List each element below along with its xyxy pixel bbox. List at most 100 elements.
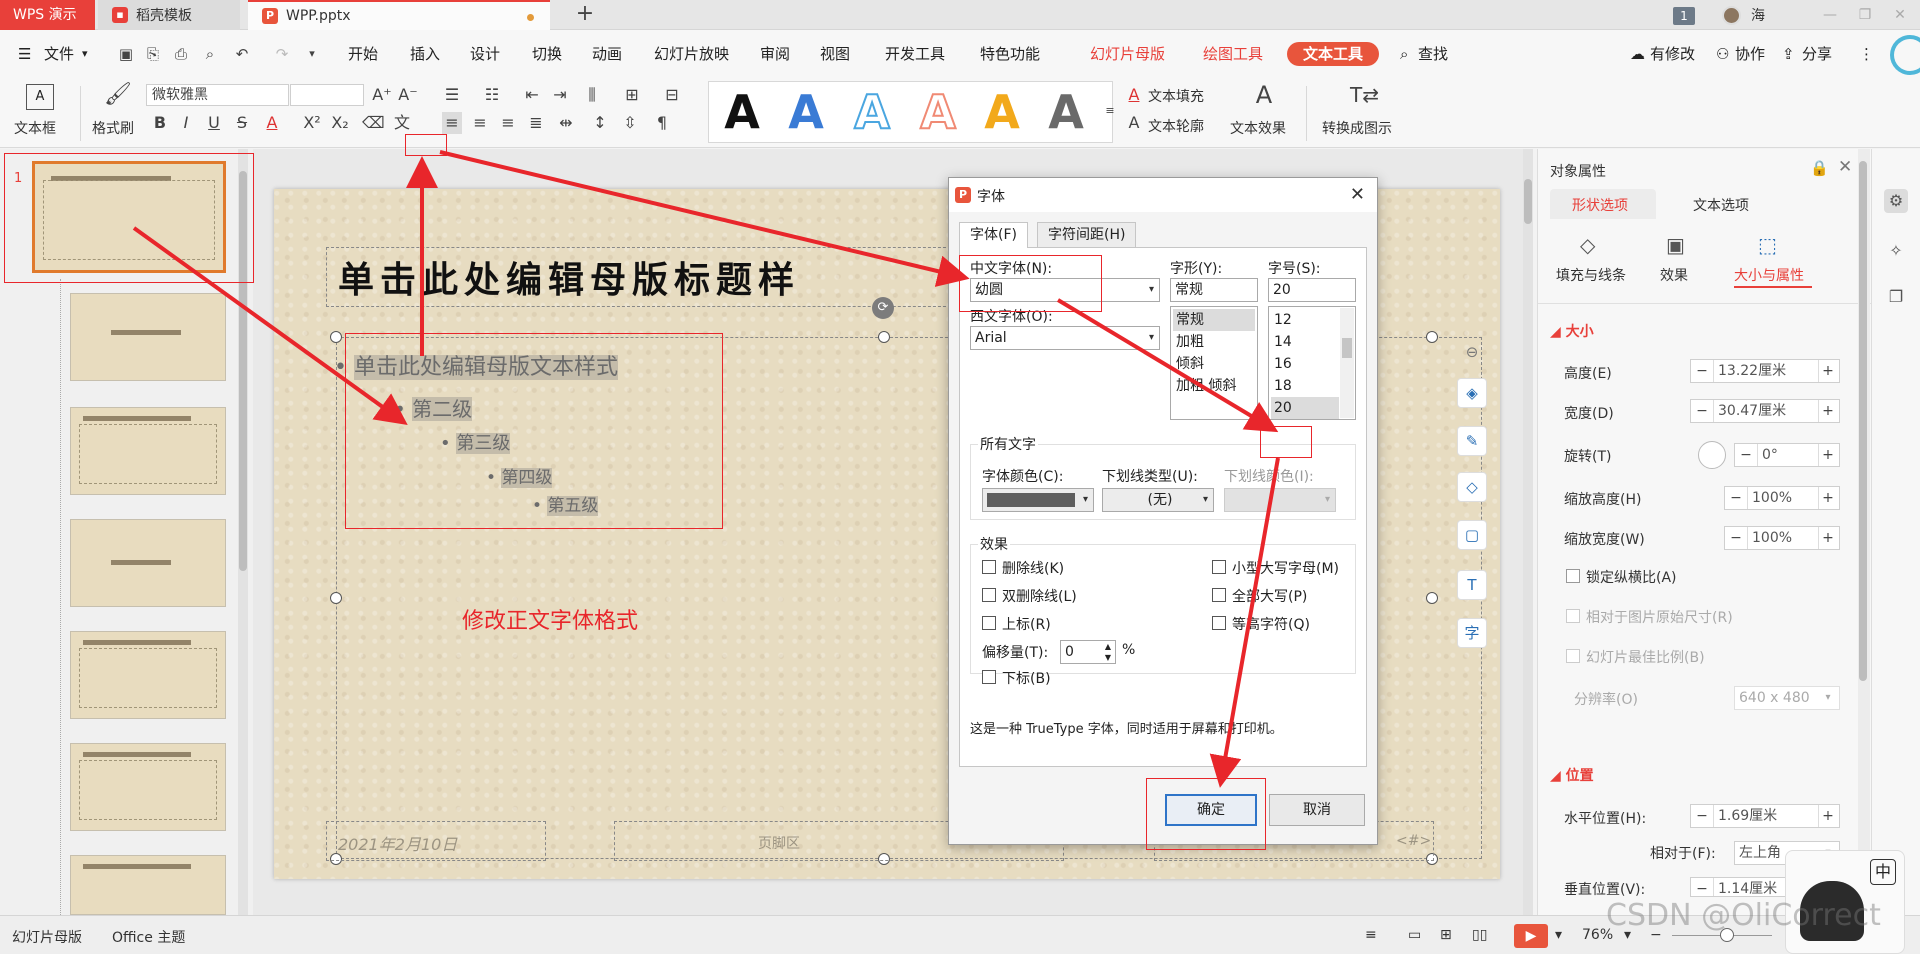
minus-icon[interactable]: −: [1725, 527, 1747, 549]
text-style-2[interactable]: A: [780, 86, 832, 138]
height-value[interactable]: 13.22厘米: [1713, 360, 1819, 382]
bold-icon[interactable]: B: [150, 112, 170, 134]
normal-view-icon[interactable]: ▭: [1408, 927, 1421, 943]
menu-insert[interactable]: 插入: [410, 42, 440, 66]
increase-indent-icon[interactable]: ⇥: [550, 84, 570, 106]
menu-start[interactable]: 开始: [348, 42, 378, 66]
best-ratio-label[interactable]: 幻灯片最佳比例(B): [1586, 647, 1705, 667]
avatar[interactable]: [1722, 6, 1741, 25]
menu-animation[interactable]: 动画: [592, 42, 622, 66]
textbox-icon[interactable]: A: [26, 84, 54, 110]
layout-thumbnail[interactable]: [70, 293, 226, 381]
scale-height-input[interactable]: −100% +: [1724, 486, 1840, 510]
convert-diagram-button[interactable]: 转换成图示: [1322, 118, 1392, 138]
text-style-6[interactable]: A: [1040, 86, 1092, 138]
panel-title[interactable]: 对象属性: [1550, 161, 1606, 181]
subscript-icon[interactable]: X₂: [330, 112, 350, 134]
text-effect-button[interactable]: 文本效果: [1230, 118, 1286, 138]
h-pos-value[interactable]: 1.69厘米: [1713, 805, 1819, 827]
chevron-down-icon[interactable]: ▾: [82, 42, 88, 66]
notes-icon[interactable]: ≡: [1365, 927, 1377, 943]
plus-icon[interactable]: +: [1817, 487, 1839, 509]
size-option[interactable]: 12: [1271, 309, 1339, 331]
layout-thumbnail[interactable]: [70, 631, 226, 719]
menu-text-tools[interactable]: 文本工具: [1287, 42, 1380, 66]
menu-review[interactable]: 审阅: [760, 42, 790, 66]
menu-drawing-tools[interactable]: 绘图工具: [1203, 42, 1263, 66]
text-fill-icon[interactable]: A: [1124, 84, 1144, 106]
superscript-checkbox[interactable]: [982, 616, 996, 630]
superscript-icon[interactable]: X²: [302, 112, 322, 134]
slide-gallery-icon[interactable]: ❐: [1884, 285, 1908, 309]
close-window-icon[interactable]: ✕: [1885, 2, 1915, 28]
size-option[interactable]: 18: [1271, 375, 1339, 397]
style-field[interactable]: 常规: [1170, 278, 1258, 302]
user-name[interactable]: 海: [1751, 5, 1765, 25]
collab-icon[interactable]: ⚇: [1716, 42, 1729, 66]
size-field[interactable]: 20: [1268, 278, 1356, 302]
tab-shape-options[interactable]: 形状选项: [1550, 189, 1656, 219]
collapse-icon[interactable]: ⊖: [1457, 338, 1487, 368]
format-painter-label[interactable]: 格式刷: [92, 118, 134, 138]
style-option[interactable]: 倾斜: [1173, 353, 1255, 375]
align-left-icon[interactable]: ≡: [442, 112, 462, 134]
maximize-icon[interactable]: ❐: [1850, 2, 1880, 28]
size-option[interactable]: 16: [1271, 353, 1339, 375]
underline-icon[interactable]: U: [204, 112, 224, 134]
size-section[interactable]: ◢ 大小: [1550, 321, 1594, 341]
resize-handle[interactable]: [1426, 592, 1438, 604]
props-scrollbar[interactable]: [1858, 149, 1870, 915]
effect-icon[interactable]: ▣: [1666, 233, 1685, 257]
size-list-scrollbar[interactable]: [1340, 308, 1354, 418]
cancel-button[interactable]: 取消: [1269, 794, 1365, 826]
h-pos-input[interactable]: −1.69厘米 +: [1690, 804, 1840, 828]
layout-thumbnail[interactable]: [70, 743, 226, 831]
resize-handle[interactable]: [1426, 331, 1438, 343]
undo-icon[interactable]: ↶: [232, 44, 252, 64]
canvas-scrollbar[interactable]: [1523, 149, 1533, 915]
lock-ratio-checkbox[interactable]: [1566, 569, 1580, 583]
size-option[interactable]: 14: [1271, 331, 1339, 353]
style-list[interactable]: 常规 加粗 倾斜 加粗 倾斜: [1170, 306, 1258, 420]
offset-input[interactable]: 0 ▲ ▼: [1060, 640, 1116, 664]
subtab-effect[interactable]: 效果: [1660, 265, 1688, 285]
reading-view-icon[interactable]: ▯▯: [1472, 927, 1487, 943]
customize-qa-icon[interactable]: ▾: [302, 44, 322, 64]
align-center-icon[interactable]: ≡: [470, 112, 490, 134]
rotation-dial[interactable]: [1698, 441, 1726, 469]
menu-transition[interactable]: 切换: [532, 42, 562, 66]
rotate-value[interactable]: 0°: [1757, 444, 1819, 466]
font-color-icon[interactable]: A: [262, 112, 282, 134]
underline-type-select[interactable]: (无) ▾: [1102, 488, 1214, 512]
menu-features[interactable]: 特色功能: [980, 42, 1040, 66]
char-spacing-icon[interactable]: 字: [1457, 618, 1487, 648]
tab-text-options[interactable]: 文本选项: [1693, 195, 1749, 215]
underline-color-select[interactable]: ▾: [1224, 488, 1336, 512]
plus-icon[interactable]: +: [1817, 400, 1839, 422]
menu-design[interactable]: 设计: [470, 42, 500, 66]
minus-icon[interactable]: −: [1691, 805, 1713, 827]
print-preview-icon[interactable]: ⌕: [200, 44, 220, 64]
west-font-field[interactable]: Arial ▾: [970, 326, 1160, 350]
play-options-icon[interactable]: ▾: [1555, 927, 1562, 943]
gallery-expand-icon[interactable]: ≡: [1100, 100, 1120, 122]
app-tag[interactable]: WPS 演示: [0, 0, 95, 30]
columns-icon[interactable]: ⫼: [582, 84, 602, 106]
wps-ai-icon[interactable]: [1890, 35, 1920, 75]
align-text-icon[interactable]: ⊟: [662, 84, 682, 106]
layout-thumbnail[interactable]: [70, 855, 226, 915]
theme-name[interactable]: Office 主题: [112, 927, 185, 947]
tab-wpp-pptx[interactable]: P WPP.pptx: [248, 0, 550, 30]
menu-slideshow[interactable]: 幻灯片放映: [654, 42, 729, 66]
best-ratio-checkbox[interactable]: [1566, 649, 1580, 663]
font-name-select[interactable]: 微软雅黑: [146, 84, 289, 106]
small-caps-checkbox[interactable]: [1212, 560, 1226, 574]
tab-daoke[interactable]: ▪ 稻壳模板: [98, 0, 240, 30]
strikethrough-checkbox[interactable]: [982, 560, 996, 574]
tab-char-spacing[interactable]: 字符间距(H): [1037, 222, 1137, 248]
convert-diagram-icon[interactable]: T⇄: [1350, 84, 1379, 106]
align-right-icon[interactable]: ≡: [498, 112, 518, 134]
relative-original-checkbox[interactable]: [1566, 609, 1580, 623]
menu-file[interactable]: 文件: [44, 42, 74, 66]
justify-icon[interactable]: ≣: [526, 112, 546, 134]
